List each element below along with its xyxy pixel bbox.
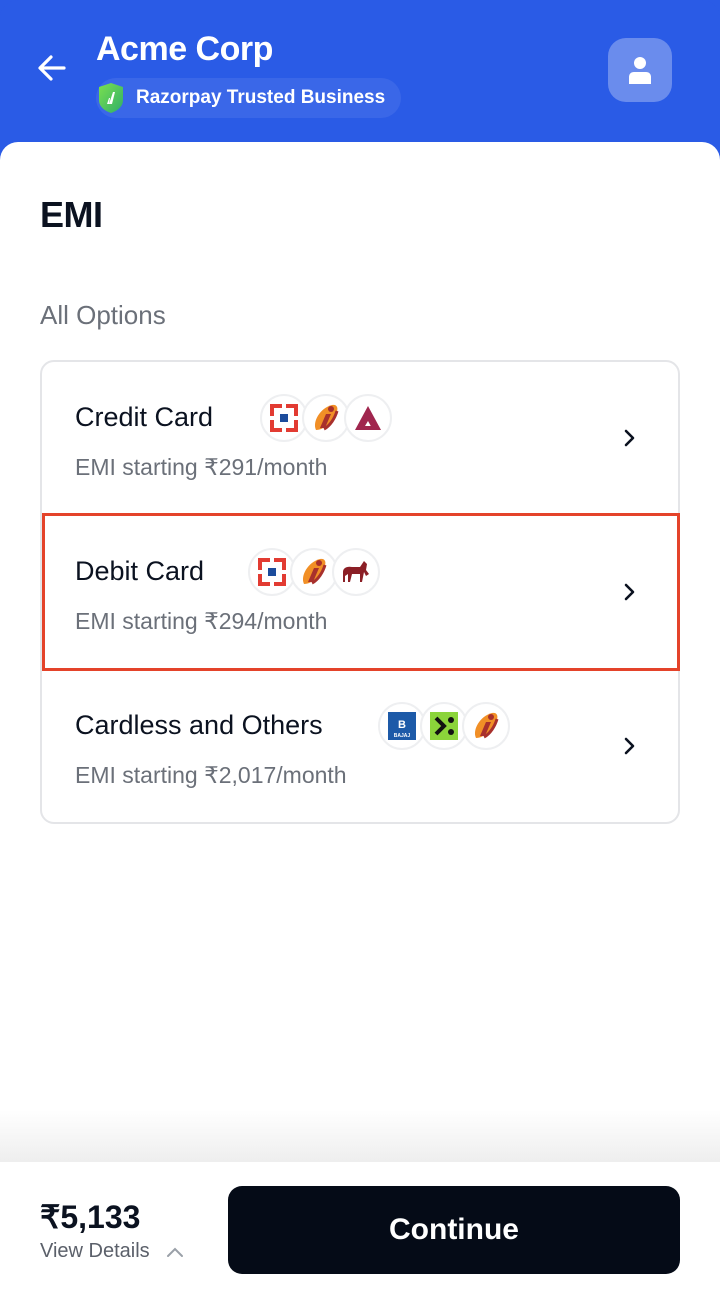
option-debit-card[interactable]: Debit Card EMI starting ₹294/month: [42, 516, 678, 670]
footer: ₹5,133 View Details Continue: [0, 1162, 720, 1302]
lion-bank-logo-icon: [332, 548, 380, 596]
option-subtitle: EMI starting ₹294/month: [75, 608, 328, 634]
option-subtitle: EMI starting ₹2,017/month: [75, 762, 347, 788]
view-details-label: View Details: [40, 1240, 150, 1262]
user-icon: [629, 57, 651, 84]
bajaj-logo-icon: B BAJAJ: [378, 702, 426, 750]
merchant-name: Acme Corp: [96, 30, 273, 68]
hdfc-logo-icon: [260, 394, 308, 442]
option-cardless-and-others[interactable]: Cardless and Others B BAJAJ EMI starting …: [42, 670, 678, 824]
total-amount: ₹5,133: [40, 1199, 141, 1235]
icici-logo-icon: [462, 702, 510, 750]
chevron-right-icon: [624, 429, 635, 447]
footer-shadow: [0, 1110, 720, 1162]
chevron-right-icon: [624, 737, 635, 755]
section-label: All Options: [40, 300, 166, 330]
option-credit-card[interactable]: Credit Card EMI starting ₹291/month: [42, 362, 678, 516]
shield-icon: [99, 83, 123, 113]
profile-button[interactable]: [608, 38, 672, 102]
icici-logo-icon: [290, 548, 338, 596]
option-subtitle: EMI starting ₹291/month: [75, 454, 328, 480]
hdfc-logo-icon: [248, 548, 296, 596]
provider-logos: B BAJAJ: [378, 702, 510, 750]
trust-badge-text: Razorpay Trusted Business: [136, 87, 386, 108]
bank-logos: [260, 394, 392, 442]
page-title: EMI: [40, 194, 103, 235]
option-name: Cardless and Others: [75, 710, 323, 740]
svg-text:B: B: [398, 719, 406, 731]
axis-logo-icon: [344, 394, 392, 442]
arrow-left-icon[interactable]: [34, 50, 70, 86]
trusted-business-badge: Razorpay Trusted Business: [96, 78, 402, 118]
chevron-up-icon: [166, 1247, 183, 1257]
zest-logo-icon: [420, 702, 468, 750]
bank-logos: [248, 548, 380, 596]
header: Acme Corp Razorpay Trusted Business: [0, 0, 720, 160]
view-details-link[interactable]: View Details: [40, 1240, 184, 1263]
option-name: Debit Card: [75, 556, 205, 586]
icici-logo-icon: [302, 394, 350, 442]
chevron-right-icon: [624, 583, 635, 601]
continue-button[interactable]: Continue: [228, 1186, 680, 1274]
emi-options-list: Credit Card EMI starting ₹291/month Debi…: [40, 360, 680, 824]
svg-text:BAJAJ: BAJAJ: [394, 733, 411, 739]
option-name: Credit Card: [75, 402, 214, 432]
